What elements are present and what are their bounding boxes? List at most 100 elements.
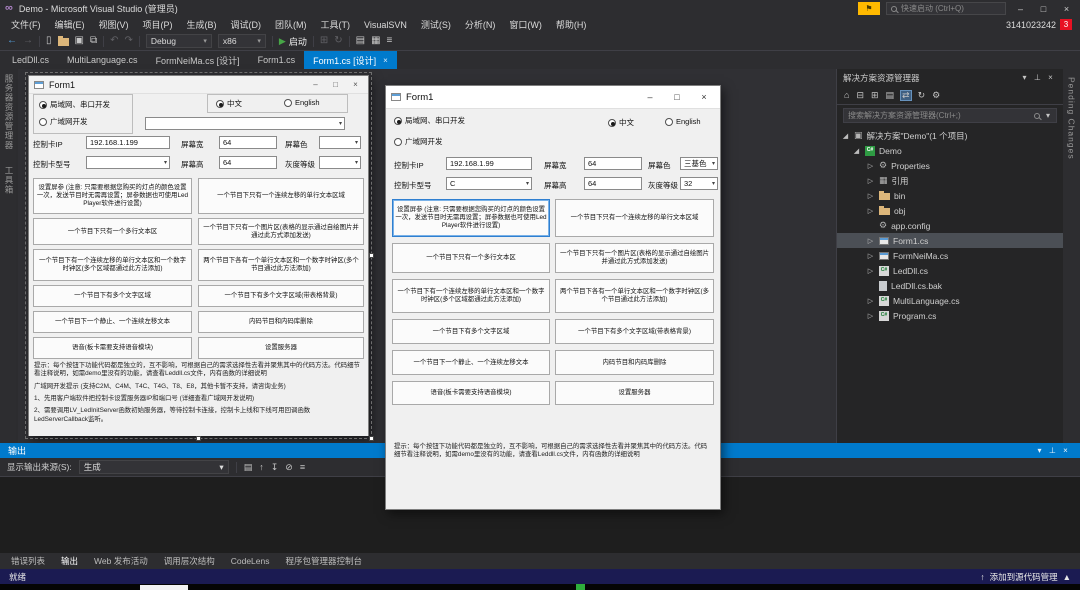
form-button[interactable]: 一个节目下只有一个多行文本区 [33,218,192,245]
pin-icon[interactable]: ⊥ [1031,73,1044,82]
close-tab-icon[interactable]: × [383,56,388,65]
form-title-bar[interactable]: Form1 – □ × [29,76,368,94]
radio-chinese[interactable]: 中文 [216,98,242,109]
form-button[interactable]: 内码节目和内码库删除 [198,311,364,333]
form-button[interactable]: 语音(板卡需要支持语音模块) [33,337,192,359]
form-button[interactable]: 两个节目下各有一个单行文本区和一个数字时钟区(多个节目通过此方法添加) [555,279,714,313]
maximize-button[interactable]: □ [1035,4,1052,14]
form-button[interactable]: 语音(板卡需要支持语音模块) [392,381,550,405]
start-debug-button[interactable]: ▶ 启动 [279,35,307,48]
doc-tab-leddll[interactable]: LedDll.cs [3,51,58,69]
expand-arrow-icon[interactable]: ◢ [852,147,861,155]
form-button[interactable]: 一个节目下只有一个连续左移的单行文本区域 [198,178,364,214]
ip-input[interactable]: 192.168.1.99 [446,157,532,170]
screen-width-input[interactable]: 64 [584,157,642,170]
navigate-back-icon[interactable]: ← [7,36,17,46]
gray-level-combobox[interactable]: 32 ▾ [680,177,718,190]
new-file-icon[interactable]: ▯ [46,36,52,46]
caret-up-icon[interactable]: ▲ [1063,572,1071,582]
expand-arrow-icon[interactable]: ▷ [866,177,875,185]
form-button[interactable]: 一个节目下只有一个连续左移的单行文本区域 [555,199,714,237]
doc-tab-form1-design-active[interactable]: Form1.cs [设计] × [304,51,397,69]
tree-item-formneima[interactable]: ▷ FormNeiMa.cs [837,248,1063,263]
step-over-icon[interactable]: ↻ [334,36,342,46]
refresh-icon[interactable]: ↻ [918,91,926,100]
home-icon[interactable]: ⌂ [844,91,849,100]
window-position-icon[interactable]: ▾ [1018,73,1031,82]
expand-arrow-icon[interactable]: ◢ [841,132,850,140]
expand-arrow-icon[interactable]: ▷ [866,207,875,215]
form-button[interactable]: 一个节目下有多个文字区域 [392,319,550,344]
menu-item-view[interactable]: 视图(V) [92,18,136,31]
radio-chinese[interactable]: 中文 [608,117,634,128]
source-control-link[interactable]: 添加到源代码管理 [990,571,1058,583]
menu-item-file[interactable]: 文件(F) [4,18,48,31]
find-in-files-icon[interactable]: ▤ [356,36,365,46]
tab-codelens[interactable]: CodeLens [223,556,278,566]
collapse-all-icon[interactable]: ⊟ [856,91,864,100]
ip-input[interactable]: 192.168.1.199 [86,136,170,149]
radio-english[interactable]: English [284,98,320,107]
tab-package-manager-console[interactable]: 程序包管理器控制台 [278,555,371,567]
form-button[interactable]: 一个节目下只有一个图片区(表格的显示通过自绘图片并通过此方式添加发送) [198,218,364,245]
minimize-button[interactable]: – [639,92,661,102]
properties-toolbar-icon[interactable]: ⚙ [932,91,940,100]
taskbar-chat-icon[interactable] [576,584,585,590]
doc-tab-form1-code[interactable]: Form1.cs [249,51,305,69]
window-position-icon[interactable]: ▾ [1033,446,1046,455]
resize-handle[interactable] [369,253,374,258]
expand-arrow-icon[interactable]: ▷ [866,162,875,170]
expand-arrow-icon[interactable]: ▷ [866,252,875,260]
menu-item-help[interactable]: 帮助(H) [549,18,594,31]
sidebar-tab-toolbox[interactable]: 工具箱 [3,166,15,195]
tree-item-multilanguage[interactable]: ▷ C# MultiLanguage.cs [837,293,1063,308]
pin-icon[interactable]: ⊥ [1046,446,1059,455]
close-panel-icon[interactable]: × [1059,446,1072,455]
close-panel-icon[interactable]: × [1044,73,1057,82]
form-button[interactable]: 设置屏参 (注意: 只需要根据您购买的灯点的颜色设置一次，发送节目时无需再设置；… [33,178,192,214]
tree-item-solution[interactable]: ◢ ▣ 解决方案"Demo"(1 个项目) [837,128,1063,143]
form-button-focused[interactable]: 设置屏参 (注意: 只需要根据您购买的灯点的颜色设置一次，发送节目时无需再设置；… [392,199,550,237]
solution-explorer-search-input[interactable]: 搜索解决方案资源管理器(Ctrl+;) ▾ [843,108,1057,123]
close-button[interactable]: × [1058,4,1075,14]
save-all-icon[interactable]: ⧉ [90,36,97,46]
notification-badge[interactable]: 3 [1060,19,1072,30]
resize-handle[interactable] [196,436,201,441]
close-button[interactable]: × [693,92,715,102]
account-number[interactable]: 3141023242 [1006,20,1056,30]
radio-lan-serial[interactable]: 局域网、串口开发 [394,115,465,126]
menu-item-tools[interactable]: 工具(T) [314,18,358,31]
notifications-flag-icon[interactable]: ⚑ [858,2,880,15]
expand-arrow-icon[interactable]: ▷ [866,237,875,245]
menu-item-debug[interactable]: 调试(D) [224,18,269,31]
menu-item-visualsvn[interactable]: VisualSVN [357,20,414,30]
sync-with-active-document-icon[interactable]: ⇄ [901,91,911,100]
minimize-button[interactable]: – [1012,4,1029,14]
sidebar-tab-pending-changes[interactable]: Pending Changes [1067,77,1077,443]
tree-item-appconfig[interactable]: ⚙ app.config [837,218,1063,233]
card-model-combobox[interactable]: ▾ [86,156,170,169]
tree-item-references[interactable]: ▷ ▦ 引用 [837,173,1063,188]
menu-item-team[interactable]: 团队(M) [268,18,314,31]
toolbar-options-icon[interactable]: ≡ [387,36,393,46]
find-message-icon[interactable]: ▤ [244,463,253,472]
form-button[interactable]: 设置服务器 [198,337,364,359]
tree-item-program[interactable]: ▷ C# Program.cs [837,308,1063,323]
radio-wan[interactable]: 广域网开发 [394,136,443,147]
maximize-button[interactable]: □ [328,80,343,89]
form-button[interactable]: 两个节目下各有一个单行文本区和一个数字时钟区(多个节目通过此方法添加) [198,249,364,281]
radio-wan[interactable]: 广域网开发 [39,116,88,127]
expand-arrow-icon[interactable]: ▷ [866,192,875,200]
tab-error-list[interactable]: 错误列表 [3,555,53,567]
quick-launch-input[interactable]: 快速启动 (Ctrl+Q) [886,2,1006,15]
menu-item-build[interactable]: 生成(B) [180,18,224,31]
pending-changes-filter-icon[interactable]: ⊞ [871,91,879,100]
output-source-dropdown[interactable]: 生成 ▾ [79,460,229,474]
combobox[interactable]: ▾ [145,117,345,130]
doc-tab-formneima-design[interactable]: FormNeiMa.cs [设计] [147,51,249,69]
maximize-button[interactable]: □ [666,92,688,102]
navigate-forward-icon[interactable]: → [23,36,33,46]
tab-call-hierarchy[interactable]: 调用层次结构 [156,555,223,567]
tree-item-bin[interactable]: ▷ bin [837,188,1063,203]
form-button[interactable]: 一个节目下有多个文字区域 [33,285,192,307]
